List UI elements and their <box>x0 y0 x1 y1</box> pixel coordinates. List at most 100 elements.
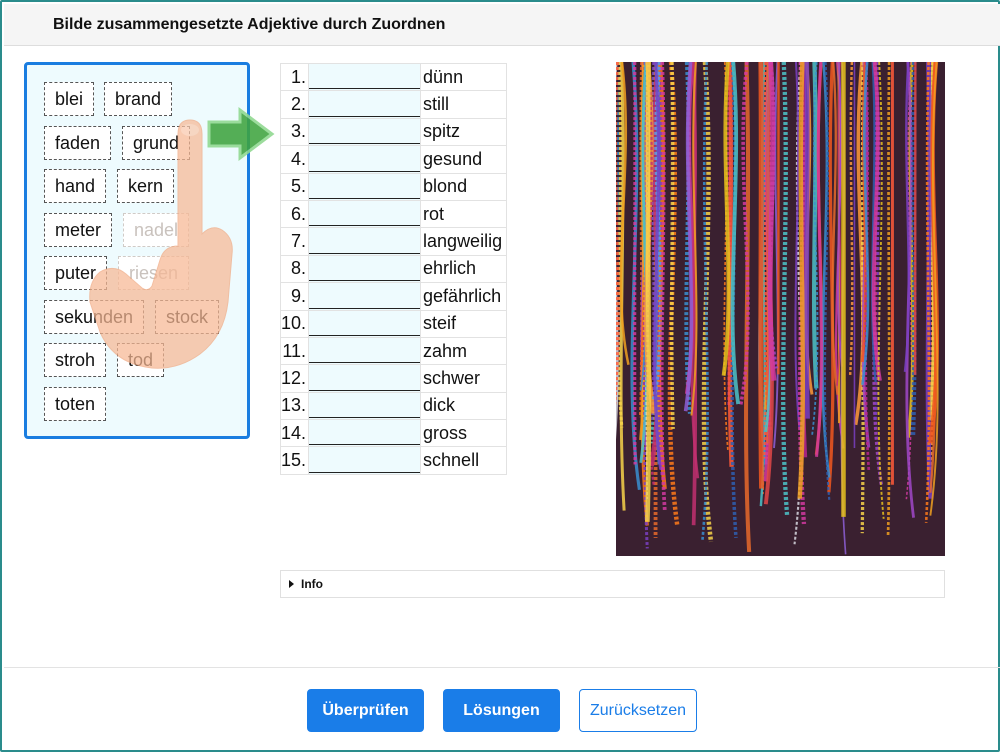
adjective-word: ehrlich <box>420 254 508 284</box>
slot-underline <box>309 115 421 117</box>
slot-underline <box>309 197 421 199</box>
drop-slot[interactable] <box>308 227 422 256</box>
exercise-row: 7. langweilig <box>279 227 508 256</box>
row-number: 3. <box>279 117 310 147</box>
exercise-row: 2. still <box>279 90 508 119</box>
reset-button[interactable]: Zurücksetzen <box>579 689 697 732</box>
drop-slot[interactable] <box>308 364 422 393</box>
adjective-word: gesund <box>420 145 508 174</box>
row-number: 8. <box>279 254 310 284</box>
info-label: Info <box>301 577 323 591</box>
exercise-row: 14. gross <box>279 419 508 448</box>
row-number: 4. <box>279 145 310 174</box>
exercise-row: 15. schnell <box>279 446 508 475</box>
word-chip[interactable]: sekunden <box>44 300 145 334</box>
adjective-word: gross <box>420 419 508 448</box>
row-number: 10. <box>279 309 310 338</box>
exercise-row: 13. dick <box>279 391 508 421</box>
exercise-row: 4. gesund <box>279 145 508 174</box>
check-button[interactable]: Überprüfen <box>307 689 424 732</box>
slot-underline <box>309 471 421 473</box>
info-toggle[interactable]: Info <box>280 570 945 598</box>
row-number: 1. <box>279 62 310 92</box>
row-number: 13. <box>279 391 310 421</box>
app-frame: Bilde zusammengesetzte Adjektive durch Z… <box>0 0 1000 752</box>
cords-image <box>616 62 945 556</box>
slot-underline <box>309 307 421 309</box>
drop-slot[interactable] <box>308 254 422 284</box>
row-number: 11. <box>279 336 310 366</box>
slot-underline <box>309 170 421 172</box>
drop-slot[interactable] <box>308 117 422 147</box>
slot-underline <box>309 252 421 254</box>
adjective-word: zahm <box>420 336 508 366</box>
drop-slot[interactable] <box>308 199 422 229</box>
word-chip-used[interactable]: riesen <box>118 256 190 290</box>
drop-slot[interactable] <box>308 62 422 92</box>
drop-slot[interactable] <box>308 446 422 475</box>
slot-underline <box>309 88 421 90</box>
cords-photo <box>616 62 945 556</box>
triangle-right-icon <box>289 580 294 588</box>
drop-slot[interactable] <box>308 309 422 338</box>
row-number: 7. <box>279 227 310 256</box>
word-chip[interactable]: hand <box>44 169 107 203</box>
slot-underline <box>309 444 421 446</box>
drop-slot[interactable] <box>308 336 422 366</box>
exercise-row: 8. ehrlich <box>279 254 508 284</box>
slot-underline <box>309 362 421 364</box>
exercise-row: 12. schwer <box>279 364 508 393</box>
exercise-table: 1. dünn 2. still 3. spitz 4. gesund 5. blond 6. rot… <box>279 62 508 475</box>
exercise-row: 9. gefährlich <box>279 282 508 311</box>
drop-slot[interactable] <box>308 145 422 174</box>
word-bank: blei brand faden grund hand kern meter n… <box>24 62 250 439</box>
adjective-word: dünn <box>420 62 508 92</box>
exercise-row: 5. blond <box>279 172 508 201</box>
adjective-word: steif <box>420 309 508 338</box>
word-chip-used[interactable]: nadel <box>123 213 190 247</box>
exercise-row: 10. steif <box>279 309 508 338</box>
row-number: 15. <box>279 446 310 475</box>
adjective-word: blond <box>420 172 508 201</box>
drop-slot[interactable] <box>308 391 422 421</box>
word-chip[interactable]: blei <box>44 82 95 116</box>
drop-slot[interactable] <box>308 90 422 119</box>
row-number: 9. <box>279 282 310 311</box>
word-chip[interactable]: puter <box>44 256 108 290</box>
row-number: 2. <box>279 90 310 119</box>
adjective-word: dick <box>420 391 508 421</box>
word-chip[interactable]: stock <box>155 300 220 334</box>
adjective-word: still <box>420 90 508 119</box>
slot-underline <box>309 143 421 145</box>
word-chip[interactable]: meter <box>44 213 113 247</box>
row-number: 5. <box>279 172 310 201</box>
exercise-row: 3. spitz <box>279 117 508 147</box>
drop-slot[interactable] <box>308 172 422 201</box>
exercise-row: 1. dünn <box>279 62 508 92</box>
adjective-word: spitz <box>420 117 508 147</box>
word-chip[interactable]: brand <box>104 82 173 116</box>
word-chip[interactable]: grund <box>122 126 191 160</box>
footer-divider <box>4 667 1000 668</box>
slot-underline <box>309 280 421 282</box>
adjective-word: schnell <box>420 446 508 475</box>
drop-slot[interactable] <box>308 419 422 448</box>
slot-underline <box>309 225 421 227</box>
solutions-button[interactable]: Lösungen <box>443 689 560 732</box>
word-chip[interactable]: stroh <box>44 343 107 377</box>
slot-underline <box>309 417 421 419</box>
adjective-word: langweilig <box>420 227 508 256</box>
row-number: 12. <box>279 364 310 393</box>
word-chip[interactable]: tod <box>117 343 165 377</box>
page-title: Bilde zusammengesetzte Adjektive durch Z… <box>53 16 446 33</box>
word-chip[interactable]: faden <box>44 126 112 160</box>
adjective-word: schwer <box>420 364 508 393</box>
exercise-row: 11. zahm <box>279 336 508 366</box>
adjective-word: rot <box>420 199 508 229</box>
row-number: 6. <box>279 199 310 229</box>
word-chip[interactable]: kern <box>117 169 175 203</box>
title-bar: Bilde zusammengesetzte Adjektive durch Z… <box>4 4 1000 46</box>
slot-underline <box>309 334 421 336</box>
word-chip[interactable]: toten <box>44 387 107 421</box>
drop-slot[interactable] <box>308 282 422 311</box>
